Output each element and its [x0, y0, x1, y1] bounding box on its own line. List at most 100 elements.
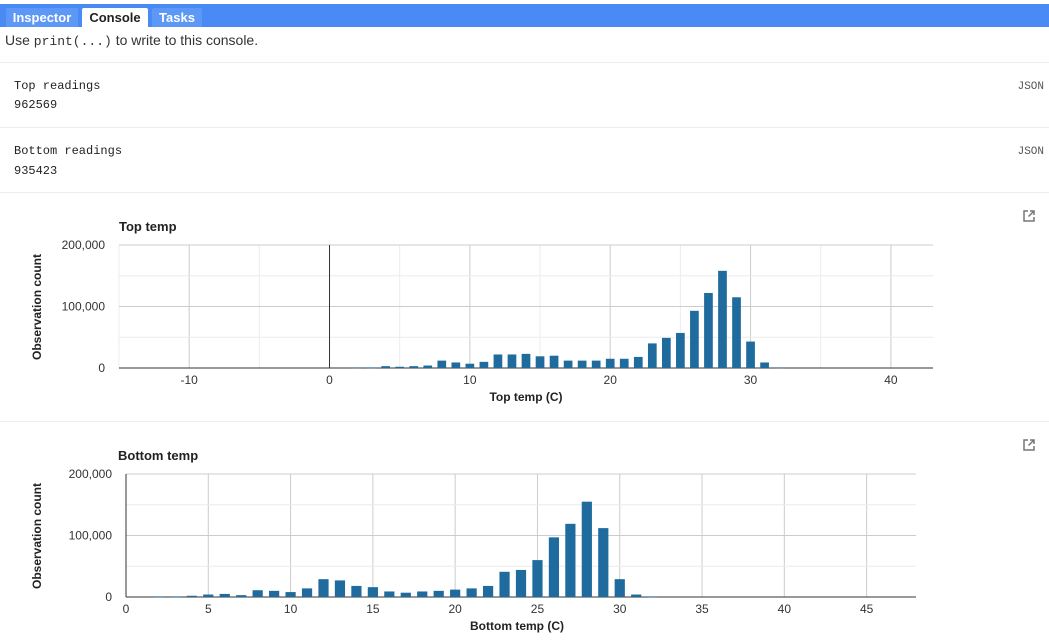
bar	[450, 589, 461, 597]
bar	[400, 592, 411, 597]
entry-value-top-readings: 962569	[14, 98, 58, 112]
divider	[0, 127, 1049, 128]
y-tick-label: 100,000	[69, 529, 113, 543]
bar	[285, 592, 296, 597]
divider	[0, 421, 1049, 422]
bar	[619, 358, 629, 368]
bar	[301, 588, 313, 597]
x-tick-label: 15	[366, 602, 380, 616]
x-tick-label: 40	[884, 373, 898, 387]
x-tick-label: 10	[463, 373, 477, 387]
bar	[661, 337, 671, 368]
bar	[423, 365, 433, 368]
x-tick-label: 35	[695, 602, 709, 616]
bar	[633, 356, 643, 368]
bar	[521, 353, 531, 368]
bar	[515, 569, 527, 597]
hint-prefix: Use	[5, 32, 34, 48]
bar	[760, 362, 769, 368]
bar	[676, 332, 685, 368]
bar	[647, 596, 658, 598]
bar	[170, 596, 181, 598]
open-in-new-icon[interactable]	[1022, 209, 1036, 223]
bar	[631, 594, 642, 597]
y-tick-label: 200,000	[69, 467, 113, 481]
bar	[409, 366, 419, 368]
bar	[417, 591, 428, 597]
x-tick-label: 0	[123, 602, 130, 616]
bar	[479, 361, 489, 368]
bar	[690, 310, 699, 368]
x-tick-label: 0	[326, 373, 333, 387]
bar	[203, 594, 214, 597]
bar	[395, 366, 405, 368]
console-hint: Use print(...) to write to this console.	[5, 32, 258, 49]
json-link-bottom-readings[interactable]: JSON	[1018, 146, 1044, 158]
bar	[451, 362, 461, 368]
bar	[563, 360, 573, 368]
y-axis-label: Observation count	[30, 483, 44, 589]
bar	[252, 590, 263, 597]
bar	[548, 537, 560, 597]
bar	[466, 588, 477, 597]
y-tick-label: 0	[105, 590, 112, 604]
bar	[367, 587, 378, 597]
x-tick-label: 45	[860, 602, 874, 616]
bar	[384, 591, 395, 597]
bar	[535, 356, 545, 368]
x-axis-label: Top temp (C)	[489, 390, 562, 404]
divider	[0, 62, 1049, 63]
bar	[437, 360, 447, 368]
bar	[507, 354, 517, 368]
bar	[351, 585, 362, 597]
bar	[353, 367, 362, 369]
bar	[219, 593, 230, 597]
bar	[732, 297, 741, 368]
x-tick-label: 30	[613, 602, 627, 616]
top-temp-chart: Top temp Observation count Top temp (C) …	[30, 219, 933, 404]
bar	[647, 343, 657, 368]
x-tick-label: 10	[284, 602, 298, 616]
bar	[605, 358, 615, 368]
entry-label-top-readings: Top readings	[14, 79, 101, 93]
tab-inspector[interactable]: Inspector	[6, 8, 78, 27]
bar	[549, 355, 559, 368]
x-tick-label: 40	[778, 602, 792, 616]
bar	[318, 579, 329, 597]
json-link-top-readings[interactable]: JSON	[1018, 81, 1044, 93]
x-tick-label: 5	[205, 602, 212, 616]
bar	[493, 354, 503, 368]
bar	[704, 292, 713, 368]
bar	[465, 363, 475, 368]
x-tick-label: -10	[181, 373, 199, 387]
bottom-temp-chart: Bottom temp Observation count Bottom tem…	[30, 448, 916, 633]
x-tick-label: 20	[604, 373, 618, 387]
tab-console[interactable]: Console	[82, 8, 148, 27]
entry-label-bottom-readings: Bottom readings	[14, 144, 123, 158]
bar	[746, 341, 755, 368]
bar	[269, 590, 280, 597]
bar	[774, 367, 783, 369]
bar	[153, 596, 165, 598]
bar	[581, 501, 592, 597]
bar	[614, 579, 625, 597]
hint-code: print(...)	[33, 34, 112, 49]
bar	[718, 270, 727, 368]
x-tick-label: 25	[531, 602, 545, 616]
entry-value-bottom-readings: 935423	[14, 164, 58, 178]
bar	[482, 585, 494, 597]
bar	[598, 528, 609, 597]
bar	[334, 580, 346, 597]
open-in-new-icon[interactable]	[1022, 438, 1036, 452]
chart-title: Bottom temp	[118, 448, 198, 463]
bar	[591, 360, 601, 368]
bar	[381, 366, 391, 368]
bar	[236, 595, 247, 597]
tab-tasks[interactable]: Tasks	[152, 8, 202, 27]
y-axis-label: Observation count	[30, 254, 44, 360]
bar	[367, 367, 376, 369]
bar	[532, 560, 543, 597]
y-tick-label: 200,000	[62, 238, 106, 252]
hint-suffix: to write to this console.	[111, 32, 259, 48]
bar	[186, 595, 197, 597]
